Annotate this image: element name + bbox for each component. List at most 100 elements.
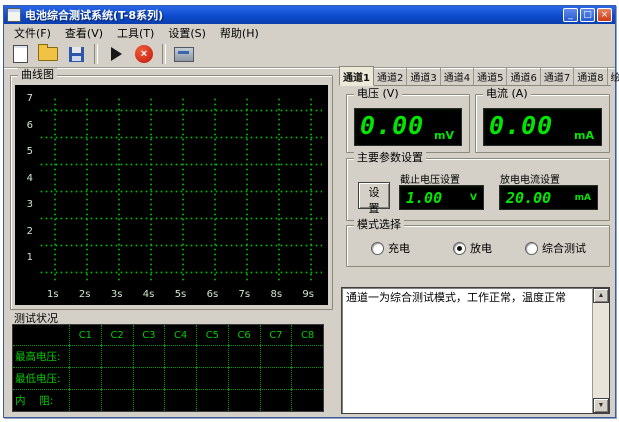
device-button[interactable] [171,42,197,66]
save-button[interactable] [63,42,89,66]
stop-button[interactable]: × [131,42,157,66]
radio-icon [371,242,384,255]
tab-channel-5[interactable]: 通道5 [474,67,507,85]
status-cell [164,345,196,367]
tab-channel-4[interactable]: 通道4 [441,67,474,85]
status-col-header: C4 [164,325,196,345]
status-cell [196,389,228,411]
menu-file[interactable]: 文件(F) [7,24,58,42]
cutoff-voltage-label: 截止电压设置 [400,171,460,186]
status-cell [196,345,228,367]
titlebar[interactable]: 电池综合测试系统(T-8系列) _ □ × [4,6,615,24]
mode-option-label: 充电 [388,240,410,256]
close-button[interactable]: × [597,8,612,22]
toolbar: × [4,41,615,68]
radio-icon [525,242,538,255]
voltage-group: 电压 (V) 0.00 mV [346,94,470,153]
radio-icon [453,242,466,255]
y-tick: 1 [21,252,33,263]
status-col-header: C8 [291,325,323,345]
menu-view[interactable]: 查看(V) [58,24,110,42]
mode-option-label: 综合测试 [542,240,586,256]
x-axis-ticks: 1s 2s 3s 4s 5s 6s 7s 8s 9s [39,289,322,303]
status-cell [228,345,260,367]
cutoff-voltage-display: 1.00 V [399,185,484,210]
log-box[interactable]: 通道一为综合测试模式，工作正常，温度正常 ▲ ▼ [341,287,610,414]
params-group-title: 主要参数设置 [354,151,426,165]
scroll-up-icon[interactable]: ▲ [593,288,609,303]
y-tick: 6 [21,120,33,131]
window-title: 电池综合测试系统(T-8系列) [25,7,559,23]
tab-channel-7[interactable]: 通道7 [541,67,574,85]
status-cell [164,389,196,411]
curve-chart: 7 6 5 4 3 2 1 1s 2s 3s 4s 5s 6s 7s 8s 9s [15,85,328,305]
current-unit: mA [574,129,594,142]
run-button[interactable] [103,42,129,66]
status-cell [133,345,165,367]
mode-option-charge[interactable]: 充电 [371,240,410,256]
cutoff-voltage-value: 1.00 [406,189,442,207]
status-cell [291,389,323,411]
y-tick: 3 [21,199,33,210]
x-tick: 5s [175,289,187,303]
voltage-value: 0.00 [360,111,424,140]
discharge-current-display: 20.00 mA [499,185,598,210]
app-icon [7,8,21,22]
y-tick: 4 [21,173,33,184]
current-value: 0.00 [489,111,553,140]
status-corner-cell [13,325,69,345]
menubar: 文件(F) 查看(V) 工具(T) 设置(S) 帮助(H) [4,24,615,41]
mode-group: 模式选择 充电 放电 综合测试 [346,225,610,267]
status-table: C1 C2 C3 C4 C5 C6 C7 C8 最高电压: 最低电压: 内 阻: [12,324,324,412]
curve-panel: 曲线图 7 6 5 4 3 2 1 1s 2s 3s 4s 5s 6s 7s 8… [10,75,333,310]
log-text: 通道一为综合测试模式，工作正常，温度正常 [346,291,587,305]
status-cell [228,367,260,389]
y-tick: 5 [21,146,33,157]
scrollbar-track[interactable] [593,303,609,398]
tab-channel-1[interactable]: 通道1 [339,66,374,86]
tab-channel-2[interactable]: 通道2 [374,67,407,85]
status-cell [101,345,133,367]
status-cell [133,389,165,411]
menu-tools[interactable]: 工具(T) [110,24,161,42]
maximize-button[interactable]: □ [580,8,595,22]
new-file-icon [13,45,28,63]
save-icon [69,47,84,62]
chart-grid [39,97,322,283]
x-tick: 6s [207,289,219,303]
menu-settings[interactable]: 设置(S) [161,24,213,42]
scroll-down-icon[interactable]: ▼ [593,398,609,413]
mode-option-discharge[interactable]: 放电 [453,240,492,256]
voltage-display: 0.00 mV [354,108,462,146]
x-tick: 8s [270,289,282,303]
mode-group-title: 模式选择 [354,218,404,232]
status-col-header: C1 [69,325,101,345]
x-tick: 3s [111,289,123,303]
minimize-button[interactable]: _ [563,8,578,22]
status-cell [69,367,101,389]
tab-channel-6[interactable]: 通道6 [507,67,540,85]
y-axis-ticks: 7 6 5 4 3 2 1 [21,93,33,263]
status-cell [164,367,196,389]
mode-option-combined-test[interactable]: 综合测试 [525,240,586,256]
x-tick: 7s [239,289,251,303]
discharge-current-label: 放电电流设置 [500,171,560,186]
status-col-header: C5 [196,325,228,345]
voltage-unit: mV [434,129,454,142]
open-folder-button[interactable] [35,42,61,66]
menu-help[interactable]: 帮助(H) [213,24,266,42]
status-cell [260,367,292,389]
status-cell [69,389,101,411]
tab-plot[interactable]: 绘图 [608,67,619,85]
tab-channel-3[interactable]: 通道3 [407,67,440,85]
voltage-group-title: 电压 (V) [354,87,402,101]
status-cell [291,345,323,367]
mode-option-label: 放电 [470,240,492,256]
set-button[interactable]: 设置 [358,182,390,209]
status-row-label: 最低电压: [13,367,69,389]
new-file-button[interactable] [7,42,33,66]
log-scrollbar[interactable]: ▲ ▼ [592,288,609,413]
status-cell [260,345,292,367]
tab-channel-8[interactable]: 通道8 [574,67,607,85]
status-cell [101,389,133,411]
